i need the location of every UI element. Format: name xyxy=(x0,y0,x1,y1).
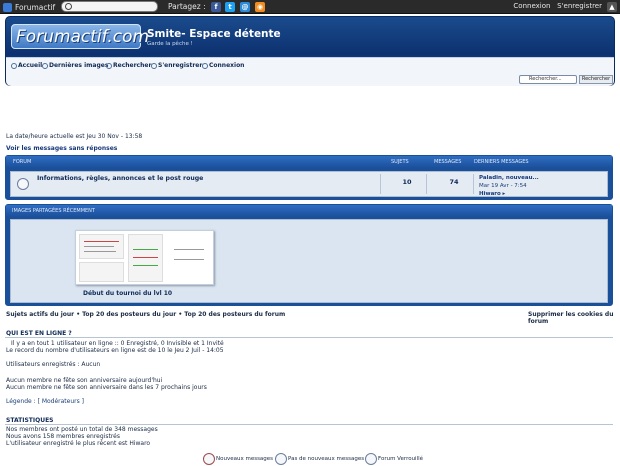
site-title[interactable]: Smite- Espace détente xyxy=(147,28,281,40)
forum-topics: 10 xyxy=(402,178,412,186)
nav-home[interactable]: Accueil xyxy=(11,62,42,69)
new-messages-icon xyxy=(203,453,215,465)
forum-status-icon xyxy=(17,178,29,190)
site-logo[interactable]: Forumactif.com xyxy=(11,24,149,49)
col-last: DERNIERS MESSAGES xyxy=(474,159,529,165)
goto-last-post-icon[interactable]: ▸ xyxy=(503,191,506,197)
no-new-messages-icon xyxy=(275,453,287,465)
forum-row[interactable]: Informations, règles, annonces et le pos… xyxy=(10,171,608,197)
divider xyxy=(380,174,381,194)
rss-icon[interactable]: ◉ xyxy=(255,2,265,12)
nav-latest-images[interactable]: Dernières images xyxy=(42,62,108,69)
nav-login[interactable]: Connexion xyxy=(202,62,244,69)
top-posters-links[interactable]: Sujets actifs du jour • Top 20 des poste… xyxy=(6,311,285,318)
divider xyxy=(5,424,613,425)
nav-register-label: S'enregistrer xyxy=(158,62,203,69)
brand-label: Forumactif xyxy=(15,2,56,12)
current-datetime: La date/heure actuelle est Jeu 30 Nov - … xyxy=(6,133,143,140)
image-thumbnail[interactable] xyxy=(75,230,214,285)
stats-newest-member: L'utilisateur enregistré le plus récent … xyxy=(6,440,151,447)
divider xyxy=(5,337,613,338)
main-nav: Accueil Dernières images Rechercher S'en… xyxy=(6,57,614,86)
share-label: Partagez : xyxy=(168,2,206,11)
facebook-icon[interactable]: f xyxy=(211,2,221,12)
col-topics: SUJETS xyxy=(391,159,409,165)
toolbar-auth-links: Connexion S'enregistrer xyxy=(513,2,602,10)
login-link[interactable]: Connexion xyxy=(513,2,550,10)
forumactif-brand[interactable]: Forumactif xyxy=(3,2,55,12)
recent-images-body: Début du tournoi du lvl 10 xyxy=(10,219,608,303)
twitter-icon[interactable]: t xyxy=(225,2,235,12)
unanswered-link[interactable]: Voir les messages sans réponses xyxy=(6,145,117,152)
search-icon xyxy=(65,3,72,10)
divider xyxy=(426,174,427,194)
forum-header: Forumactif.com Smite- Espace détente Gar… xyxy=(5,16,615,86)
forumactif-icon xyxy=(3,2,12,12)
legend-new-messages: Nouveaux messages xyxy=(216,456,274,462)
last-post-title[interactable]: Paladin, nouveau... xyxy=(479,174,539,182)
header-search-button[interactable]: Rechercher xyxy=(579,75,613,84)
delete-cookies-link[interactable]: Supprimer les cookies du forum xyxy=(528,311,620,325)
online-count: Il y a en tout 1 utilisateur en ligne ::… xyxy=(11,340,224,347)
image-icon xyxy=(42,62,48,69)
nav-home-label: Accueil xyxy=(18,62,43,69)
nav-latest-images-label: Dernières images xyxy=(49,62,109,69)
forum-messages: 74 xyxy=(449,178,459,186)
col-messages: MESSAGES xyxy=(434,159,462,165)
home-icon xyxy=(11,62,17,69)
email-icon[interactable]: @ xyxy=(240,2,250,12)
birthday-today: Aucun membre ne fête son anniversaire au… xyxy=(6,377,163,384)
online-title: QUI EST EN LIGNE ? xyxy=(6,330,72,337)
last-post-author[interactable]: Hiwaro xyxy=(479,191,501,197)
forum-name[interactable]: Informations, règles, annonces et le pos… xyxy=(37,175,203,182)
forum-last-post: Paladin, nouveau... Mar 19 Avr - 7:54 Hi… xyxy=(479,174,539,198)
nav-search[interactable]: Rechercher xyxy=(106,62,151,69)
nav-search-label: Rechercher xyxy=(113,62,152,69)
image-caption[interactable]: Début du tournoi du lvl 10 xyxy=(83,290,172,297)
recent-images-box: IMAGES PARTAGÉES RÉCEMMENT Début du tour… xyxy=(5,204,613,306)
nav-register[interactable]: S'enregistrer xyxy=(151,62,202,69)
divider xyxy=(473,174,474,194)
col-forum: FORUM xyxy=(13,159,32,165)
legend-moderators[interactable]: Légende : [ Modérateurs ] xyxy=(6,398,84,405)
site-description: Garde la pêche ! xyxy=(147,41,193,47)
login-icon xyxy=(202,62,208,69)
toolbar-search-input[interactable] xyxy=(61,1,158,12)
register-link[interactable]: S'enregistrer xyxy=(557,2,602,10)
register-icon xyxy=(151,62,157,69)
search-icon xyxy=(106,62,112,69)
legend-locked-forum: Forum Verrouillé xyxy=(378,456,424,462)
forum-table: FORUM SUJETS MESSAGES DERNIERS MESSAGES … xyxy=(5,155,613,200)
scroll-top-icon[interactable]: ▲ xyxy=(607,2,617,12)
stats-title: STATISTIQUES xyxy=(6,417,54,424)
locked-forum-icon xyxy=(365,453,377,465)
nav-login-label: Connexion xyxy=(209,62,245,69)
last-post-date: Mar 19 Avr - 7:54 xyxy=(479,183,527,189)
online-record: Le record du nombre d'utilisateurs en li… xyxy=(6,347,224,354)
forum-table-header: FORUM SUJETS MESSAGES DERNIERS MESSAGES xyxy=(6,156,612,168)
birthday-week: Aucun membre ne fête son anniversaire da… xyxy=(6,384,207,391)
top-toolbar: Forumactif Partagez : f t @ ◉ Connexion … xyxy=(0,0,620,14)
header-search-input[interactable]: Rechercher... xyxy=(519,75,577,84)
recent-images-header: IMAGES PARTAGÉES RÉCEMMENT xyxy=(6,205,612,217)
stats-member-count: Nous avons 158 membres enregistrés xyxy=(6,433,120,440)
legend-no-new-messages: Pas de nouveaux messages xyxy=(288,456,365,462)
stats-total-messages: Nos membres ont posté un total de 348 me… xyxy=(6,426,158,433)
registered-users: Utilisateurs enregistrés : Aucun xyxy=(6,361,101,368)
